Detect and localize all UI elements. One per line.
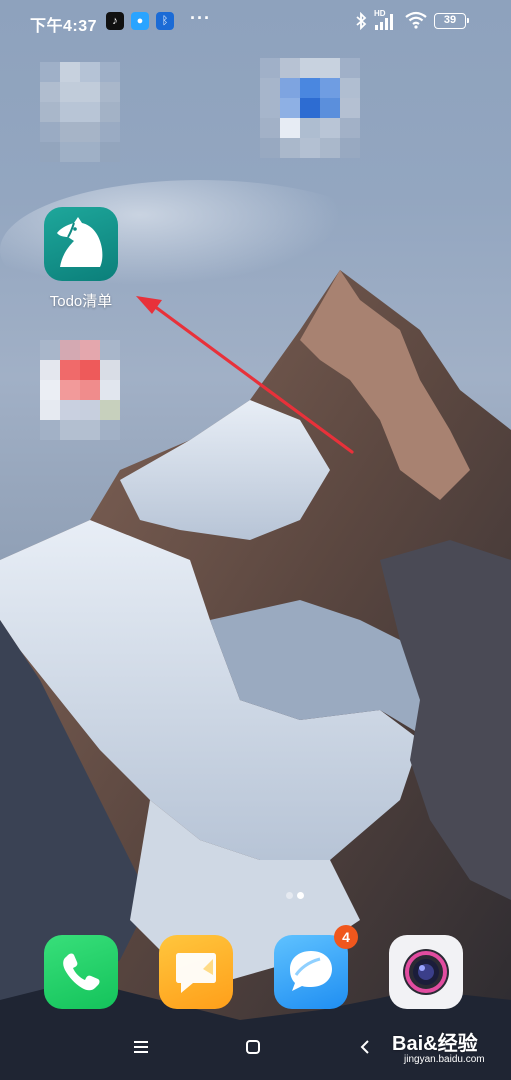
watermark-url: jingyan.baidu.com — [404, 1054, 485, 1065]
camera-app-icon[interactable] — [389, 935, 463, 1009]
back-button[interactable] — [350, 1032, 380, 1062]
pixelated-app-3[interactable] — [40, 340, 120, 440]
message-icon: ● — [131, 12, 149, 30]
menu-icon — [134, 1041, 148, 1053]
page-indicator — [0, 892, 511, 902]
status-time: 下午4:37 — [30, 18, 98, 35]
more-notifications-icon: ··· — [190, 8, 211, 28]
phone-icon — [63, 953, 100, 991]
back-icon — [360, 1040, 369, 1054]
home-icon — [246, 1040, 260, 1054]
chat-bubble-icon — [290, 951, 332, 991]
todo-app-icon[interactable] — [44, 207, 118, 281]
wifi-icon — [405, 11, 427, 29]
camera-icon — [403, 949, 449, 995]
status-bar: 下午4:37 ♪ ● ᛒ ··· HD 39 — [0, 0, 511, 42]
page-dot-1[interactable] — [286, 892, 293, 899]
phone-app-icon[interactable] — [44, 935, 118, 1009]
horse-icon — [57, 217, 103, 267]
tiktok-icon: ♪ — [106, 12, 124, 30]
messages-badge: 4 — [334, 925, 358, 949]
notes-icon — [176, 953, 216, 993]
pixelated-app-1[interactable] — [40, 62, 120, 162]
battery-level: 39 — [443, 14, 457, 26]
bluetooth-status-icon — [356, 12, 367, 30]
home-screen: 下午4:37 ♪ ● ᛒ ··· HD 39 Todo清单 4 Bai&经验 j… — [0, 0, 511, 1080]
signal-icon — [375, 14, 393, 30]
todo-app-label: Todo清单 — [49, 293, 113, 310]
baidu-watermark: Bai&经验 jingyan.baidu.com — [392, 1025, 508, 1075]
pixelated-app-2[interactable] — [260, 58, 360, 158]
menu-button[interactable] — [126, 1032, 156, 1062]
bluetooth-icon: ᛒ — [156, 12, 174, 30]
battery-icon: 39 — [434, 13, 469, 29]
page-dot-2[interactable] — [297, 892, 304, 899]
home-button[interactable] — [238, 1032, 268, 1062]
watermark-brand: Bai&经验 — [392, 1033, 478, 1055]
notes-app-icon[interactable] — [159, 935, 233, 1009]
messages-app-icon[interactable]: 4 — [274, 925, 358, 1009]
mountain-wallpaper — [0, 180, 511, 1080]
